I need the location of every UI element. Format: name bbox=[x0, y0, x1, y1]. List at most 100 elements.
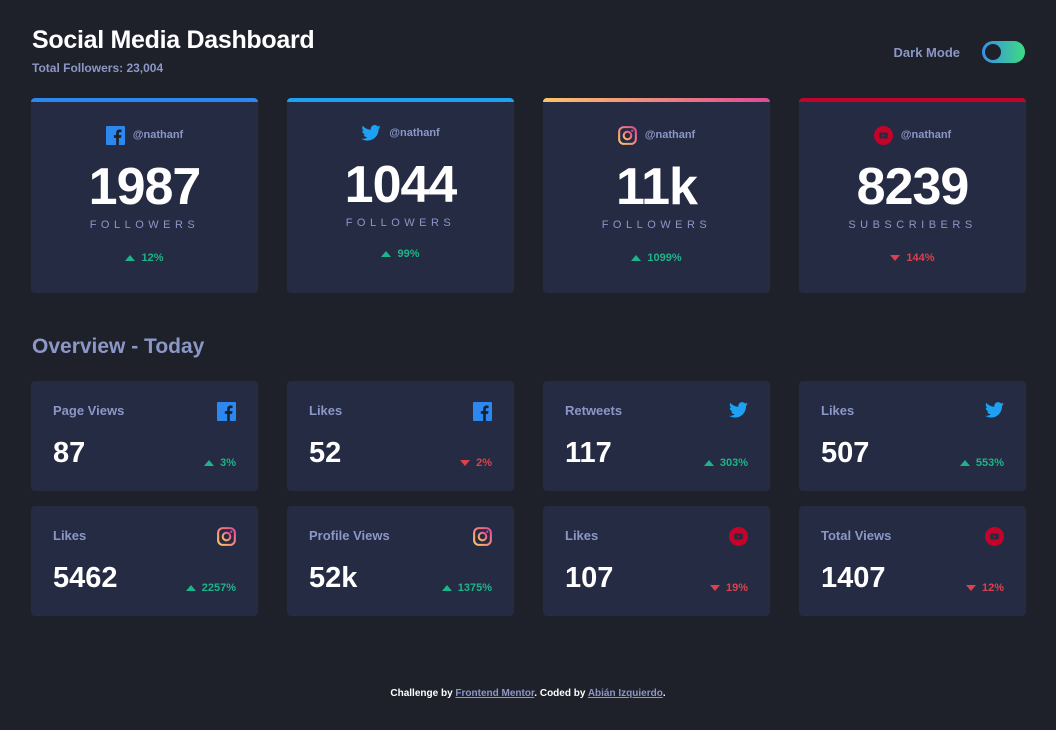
metric-label: Likes bbox=[565, 528, 599, 543]
dark-mode-control: Dark Mode bbox=[894, 41, 1025, 63]
overview-grid: Page Views 87 3% Likes 52 2% Retweets 11… bbox=[31, 381, 1026, 616]
metric-label: Likes bbox=[53, 528, 87, 543]
follower-card-instagram[interactable]: @nathanf 11k FOLLOWERS 1099% bbox=[543, 98, 770, 293]
card-accent-bar bbox=[799, 98, 1026, 102]
overview-card[interactable]: Likes 52 2% bbox=[287, 381, 514, 491]
change-indicator: 12% bbox=[965, 582, 1004, 594]
instagram-icon bbox=[217, 527, 236, 546]
change-indicator: 12% bbox=[125, 252, 164, 264]
handle: @nathanf bbox=[644, 129, 696, 141]
instagram-icon bbox=[473, 527, 492, 546]
follower-card-twitter[interactable]: @nathanf 1044 FOLLOWERS 99% bbox=[287, 98, 514, 293]
follower-label: SUBSCRIBERS bbox=[848, 219, 977, 231]
metric-label: Likes bbox=[821, 403, 855, 418]
overview-card[interactable]: Likes 5462 2257% bbox=[31, 506, 258, 616]
change-indicator: 303% bbox=[703, 457, 748, 469]
metric-label: Retweets bbox=[565, 403, 623, 418]
follower-count: 8239 bbox=[856, 158, 970, 216]
card-accent-bar bbox=[287, 98, 514, 102]
metric-value: 107 bbox=[565, 562, 614, 594]
follower-card-facebook[interactable]: @nathanf 1987 FOLLOWERS 12% bbox=[31, 98, 258, 293]
frontend-mentor-link[interactable]: Frontend Mentor bbox=[455, 688, 534, 699]
arrow-up-icon bbox=[204, 460, 215, 466]
dark-mode-toggle[interactable] bbox=[982, 41, 1025, 63]
twitter-icon bbox=[361, 125, 381, 141]
change-value: 19% bbox=[725, 582, 748, 594]
metric-value: 5462 bbox=[53, 562, 118, 594]
overview-card[interactable]: Total Views 1407 12% bbox=[799, 506, 1026, 616]
change-value: 99% bbox=[397, 248, 420, 260]
footer-suffix: . bbox=[662, 688, 666, 699]
change-value: 144% bbox=[906, 252, 935, 264]
change-value: 303% bbox=[719, 457, 748, 469]
change-indicator: 144% bbox=[890, 252, 935, 264]
arrow-down-icon bbox=[890, 255, 901, 261]
overview-card[interactable]: Page Views 87 3% bbox=[31, 381, 258, 491]
metric-label: Profile Views bbox=[309, 528, 390, 543]
arrow-up-icon bbox=[703, 460, 714, 466]
change-indicator: 3% bbox=[204, 457, 236, 469]
arrow-down-icon bbox=[965, 585, 976, 591]
card-accent-bar bbox=[31, 98, 258, 102]
follower-label: FOLLOWERS bbox=[345, 217, 456, 229]
metric-value: 87 bbox=[53, 437, 86, 469]
total-followers: Total Followers: 23,004 bbox=[32, 61, 164, 75]
metric-value: 117 bbox=[565, 437, 612, 469]
facebook-icon bbox=[105, 125, 125, 145]
page-header: Social Media Dashboard Total Followers: … bbox=[32, 26, 315, 75]
change-value: 3% bbox=[220, 457, 236, 469]
overview-title: Overview - Today bbox=[32, 335, 205, 358]
card-accent-bar bbox=[543, 98, 770, 102]
twitter-icon bbox=[729, 402, 748, 421]
arrow-up-icon bbox=[381, 251, 392, 257]
overview-card[interactable]: Likes 107 19% bbox=[543, 506, 770, 616]
overview-card[interactable]: Profile Views 52k 1375% bbox=[287, 506, 514, 616]
metric-label: Total Views bbox=[821, 528, 892, 543]
youtube-icon bbox=[729, 527, 748, 546]
metric-value: 507 bbox=[821, 437, 870, 469]
handle: @nathanf bbox=[900, 129, 952, 141]
change-indicator: 1099% bbox=[631, 252, 682, 264]
metric-value: 1407 bbox=[821, 562, 886, 594]
change-indicator: 2257% bbox=[185, 582, 236, 594]
arrow-up-icon bbox=[185, 585, 196, 591]
change-value: 2% bbox=[476, 457, 492, 469]
handle: @nathanf bbox=[132, 129, 184, 141]
change-value: 12% bbox=[981, 582, 1004, 594]
overview-card[interactable]: Retweets 117 303% bbox=[543, 381, 770, 491]
arrow-down-icon bbox=[460, 460, 471, 466]
change-value: 12% bbox=[141, 252, 164, 264]
change-indicator: 2% bbox=[460, 457, 492, 469]
follower-label: FOLLOWERS bbox=[89, 219, 200, 231]
metric-value: 52k bbox=[309, 562, 358, 594]
toggle-knob bbox=[985, 44, 1001, 60]
youtube-icon bbox=[985, 527, 1004, 546]
dark-mode-label: Dark Mode bbox=[893, 44, 960, 60]
follower-card-youtube[interactable]: @nathanf 8239 SUBSCRIBERS 144% bbox=[799, 98, 1026, 293]
change-value: 553% bbox=[975, 457, 1004, 469]
author-link[interactable]: Abián Izquierdo bbox=[588, 688, 663, 699]
facebook-icon bbox=[217, 402, 236, 421]
arrow-up-icon bbox=[125, 255, 136, 261]
arrow-down-icon bbox=[709, 585, 720, 591]
arrow-up-icon bbox=[631, 255, 642, 261]
change-value: 2257% bbox=[201, 582, 236, 594]
twitter-icon bbox=[985, 402, 1004, 421]
metric-label: Page Views bbox=[53, 403, 125, 418]
change-value: 1375% bbox=[457, 582, 492, 594]
footer-coded-prefix: . Coded by bbox=[534, 688, 588, 699]
instagram-icon bbox=[617, 125, 637, 145]
follower-label: FOLLOWERS bbox=[601, 219, 712, 231]
youtube-icon bbox=[873, 125, 893, 145]
arrow-up-icon bbox=[441, 585, 452, 591]
facebook-icon bbox=[473, 402, 492, 421]
page-title: Social Media Dashboard bbox=[32, 26, 315, 54]
metric-label: Likes bbox=[309, 403, 343, 418]
change-indicator: 1375% bbox=[441, 582, 492, 594]
handle: @nathanf bbox=[389, 127, 440, 139]
follower-count: 11k bbox=[616, 158, 698, 216]
change-indicator: 19% bbox=[709, 582, 748, 594]
change-value: 1099% bbox=[647, 252, 682, 264]
overview-card[interactable]: Likes 507 553% bbox=[799, 381, 1026, 491]
change-indicator: 99% bbox=[381, 248, 420, 260]
